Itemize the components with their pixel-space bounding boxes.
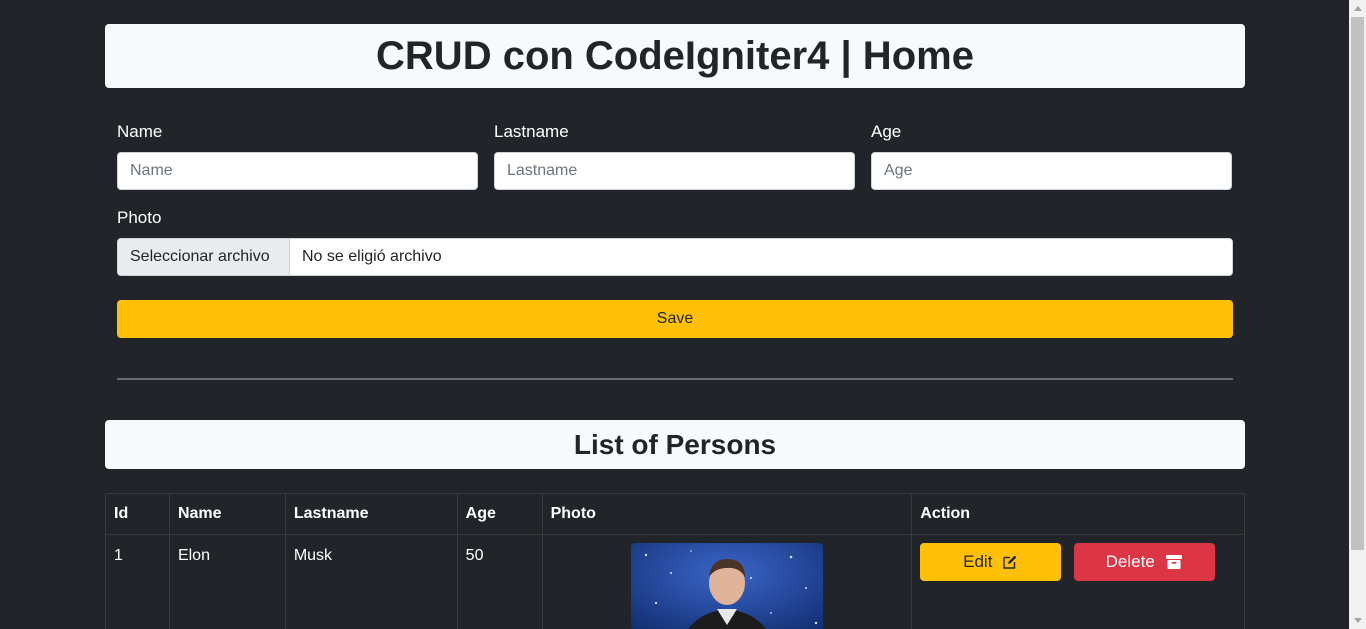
cell-id: 1	[105, 534, 170, 629]
vertical-scrollbar[interactable]	[1349, 0, 1366, 629]
photo-label: Photo	[117, 208, 162, 227]
column-header-age: Age	[456, 493, 543, 535]
cell-photo	[541, 534, 913, 629]
cell-age: 50	[456, 534, 543, 629]
column-header-name: Name	[168, 493, 286, 535]
edit-button-label: Edit	[963, 552, 993, 571]
delete-button[interactable]: Delete	[1073, 543, 1215, 581]
archive-icon	[1165, 555, 1182, 569]
edit-button[interactable]: Edit	[920, 543, 1062, 581]
scroll-thumb[interactable]	[1351, 17, 1364, 550]
cell-lastname: Musk	[284, 534, 458, 629]
save-button[interactable]: Save	[117, 300, 1233, 338]
delete-button-label: Delete	[1105, 552, 1155, 571]
age-label: Age	[871, 122, 902, 141]
lastname-label: Lastname	[494, 122, 569, 141]
list-title: List of Persons	[105, 420, 1245, 469]
column-header-id: Id	[105, 493, 170, 535]
divider	[117, 378, 1233, 380]
name-label: Name	[117, 122, 163, 141]
table-header-row: Id Name Lastname Age Photo Action	[105, 493, 1245, 535]
person-photo	[630, 543, 823, 629]
table-row: 1 Elon Musk 50 Edit Delete	[105, 534, 1245, 629]
lastname-input[interactable]	[494, 152, 855, 190]
name-input[interactable]	[117, 152, 478, 190]
column-header-lastname: Lastname	[284, 493, 458, 535]
persons-table: Id Name Lastname Age Photo Action 1 Elon…	[105, 493, 1245, 629]
page-title: CRUD con CodeIgniter4 | Home	[105, 24, 1245, 88]
cell-name: Elon	[168, 534, 286, 629]
choose-file-button[interactable]: Seleccionar archivo	[118, 239, 290, 275]
cell-action: Edit Delete	[911, 534, 1245, 629]
file-status: No se eligió archivo	[302, 248, 442, 265]
pencil-square-icon	[1003, 555, 1017, 569]
column-header-photo: Photo	[541, 493, 913, 535]
scroll-down-icon[interactable]	[1349, 612, 1366, 629]
column-header-action: Action	[911, 493, 1245, 535]
page: CRUD con CodeIgniter4 | Home Name Lastna…	[0, 0, 1366, 629]
photo-file-input[interactable]: Seleccionar archivo No se eligió archivo	[117, 238, 1233, 276]
age-input[interactable]	[871, 152, 1232, 190]
scroll-up-icon[interactable]	[1349, 0, 1366, 17]
